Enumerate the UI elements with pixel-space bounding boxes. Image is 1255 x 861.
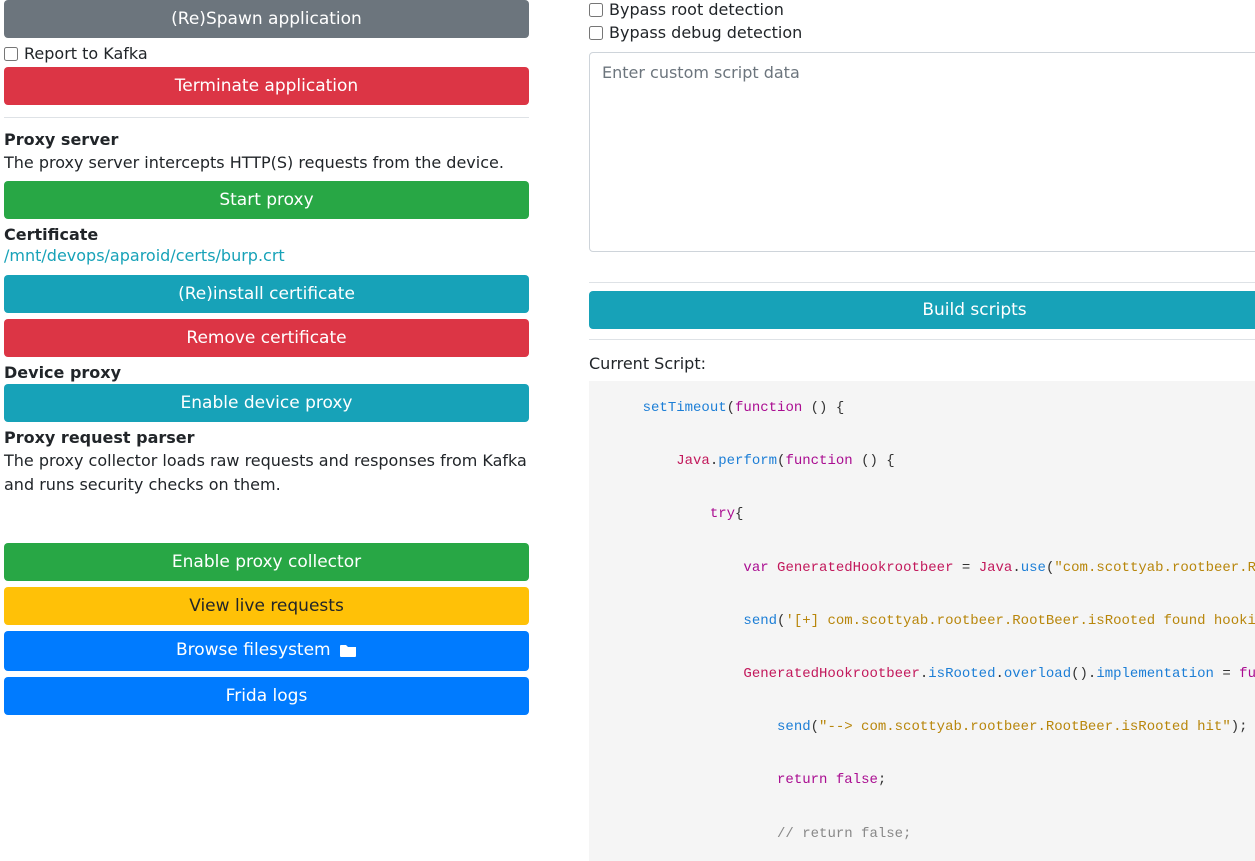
code-token: GeneratedHookrootbeer: [777, 560, 953, 576]
report-kafka-row: Report to Kafka: [4, 44, 529, 63]
build-scripts-button[interactable]: Build scripts: [589, 291, 1255, 329]
code-token: return: [777, 772, 827, 788]
custom-script-textarea[interactable]: [589, 52, 1255, 252]
code-token: use: [1021, 560, 1046, 576]
respawn-app-button[interactable]: (Re)Spawn application: [4, 0, 529, 38]
code-token: send: [777, 719, 811, 735]
start-proxy-button[interactable]: Start proxy: [4, 181, 529, 219]
bypass-debug-checkbox[interactable]: [589, 26, 603, 40]
bypass-root-checkbox[interactable]: [589, 3, 603, 17]
code-token: setTimeout: [643, 400, 727, 416]
bypass-root-label: Bypass root detection: [609, 0, 784, 19]
browse-filesystem-button[interactable]: Browse filesystem: [4, 631, 529, 671]
bypass-debug-label: Bypass debug detection: [609, 23, 802, 42]
code-token: GeneratedHookrootbeer: [743, 666, 919, 682]
script-code-block: setTimeout(function () { Java.perform(fu…: [589, 381, 1255, 861]
code-token: try: [710, 506, 735, 522]
proxy-server-heading: Proxy server: [4, 130, 529, 149]
terminate-app-button[interactable]: Terminate application: [4, 67, 529, 105]
code-token: function: [735, 400, 802, 416]
bypass-debug-row: Bypass debug detection: [589, 23, 1255, 42]
divider: [589, 282, 1255, 283]
code-token: var: [743, 560, 768, 576]
certificate-path-link[interactable]: /mnt/devops/aparoid/certs/burp.crt: [4, 246, 285, 265]
device-proxy-heading: Device proxy: [4, 363, 529, 382]
report-kafka-checkbox[interactable]: [4, 47, 18, 61]
browse-filesystem-label: Browse filesystem: [176, 640, 331, 660]
code-token: perform: [718, 453, 777, 469]
code-token: overload: [1004, 666, 1071, 682]
enable-device-proxy-button[interactable]: Enable device proxy: [4, 384, 529, 422]
code-token: isRooted: [928, 666, 995, 682]
divider: [4, 117, 529, 118]
reinstall-cert-button[interactable]: (Re)install certificate: [4, 275, 529, 313]
proxy-parser-desc: The proxy collector loads raw requests a…: [4, 449, 529, 497]
frida-logs-button[interactable]: Frida logs: [4, 677, 529, 715]
bypass-root-row: Bypass root detection: [589, 0, 1255, 19]
report-kafka-label: Report to Kafka: [24, 44, 148, 63]
code-token: send: [743, 613, 777, 629]
code-token: Java: [676, 453, 710, 469]
proxy-parser-heading: Proxy request parser: [4, 428, 529, 447]
code-token: function: [1239, 666, 1255, 682]
code-token: "--> com.scottyab.rootbeer.RootBeer.isRo…: [819, 719, 1231, 735]
code-token: Java: [979, 560, 1013, 576]
code-token: function: [785, 453, 852, 469]
code-token: false: [836, 772, 878, 788]
proxy-server-desc: The proxy server intercepts HTTP(S) requ…: [4, 151, 529, 175]
current-script-label: Current Script:: [589, 354, 1255, 373]
code-token: '[+] com.scottyab.rootbeer.RootBeer.isRo…: [785, 613, 1255, 629]
view-live-requests-button[interactable]: View live requests: [4, 587, 529, 625]
divider: [589, 339, 1255, 340]
code-token: implementation: [1096, 666, 1214, 682]
folder-icon: [340, 642, 357, 662]
code-token: "com.scottyab.rootbeer.RootBeer": [1054, 560, 1255, 576]
certificate-heading: Certificate: [4, 225, 529, 244]
remove-cert-button[interactable]: Remove certificate: [4, 319, 529, 357]
code-token: // return false;: [777, 826, 911, 842]
enable-proxy-collector-button[interactable]: Enable proxy collector: [4, 543, 529, 581]
